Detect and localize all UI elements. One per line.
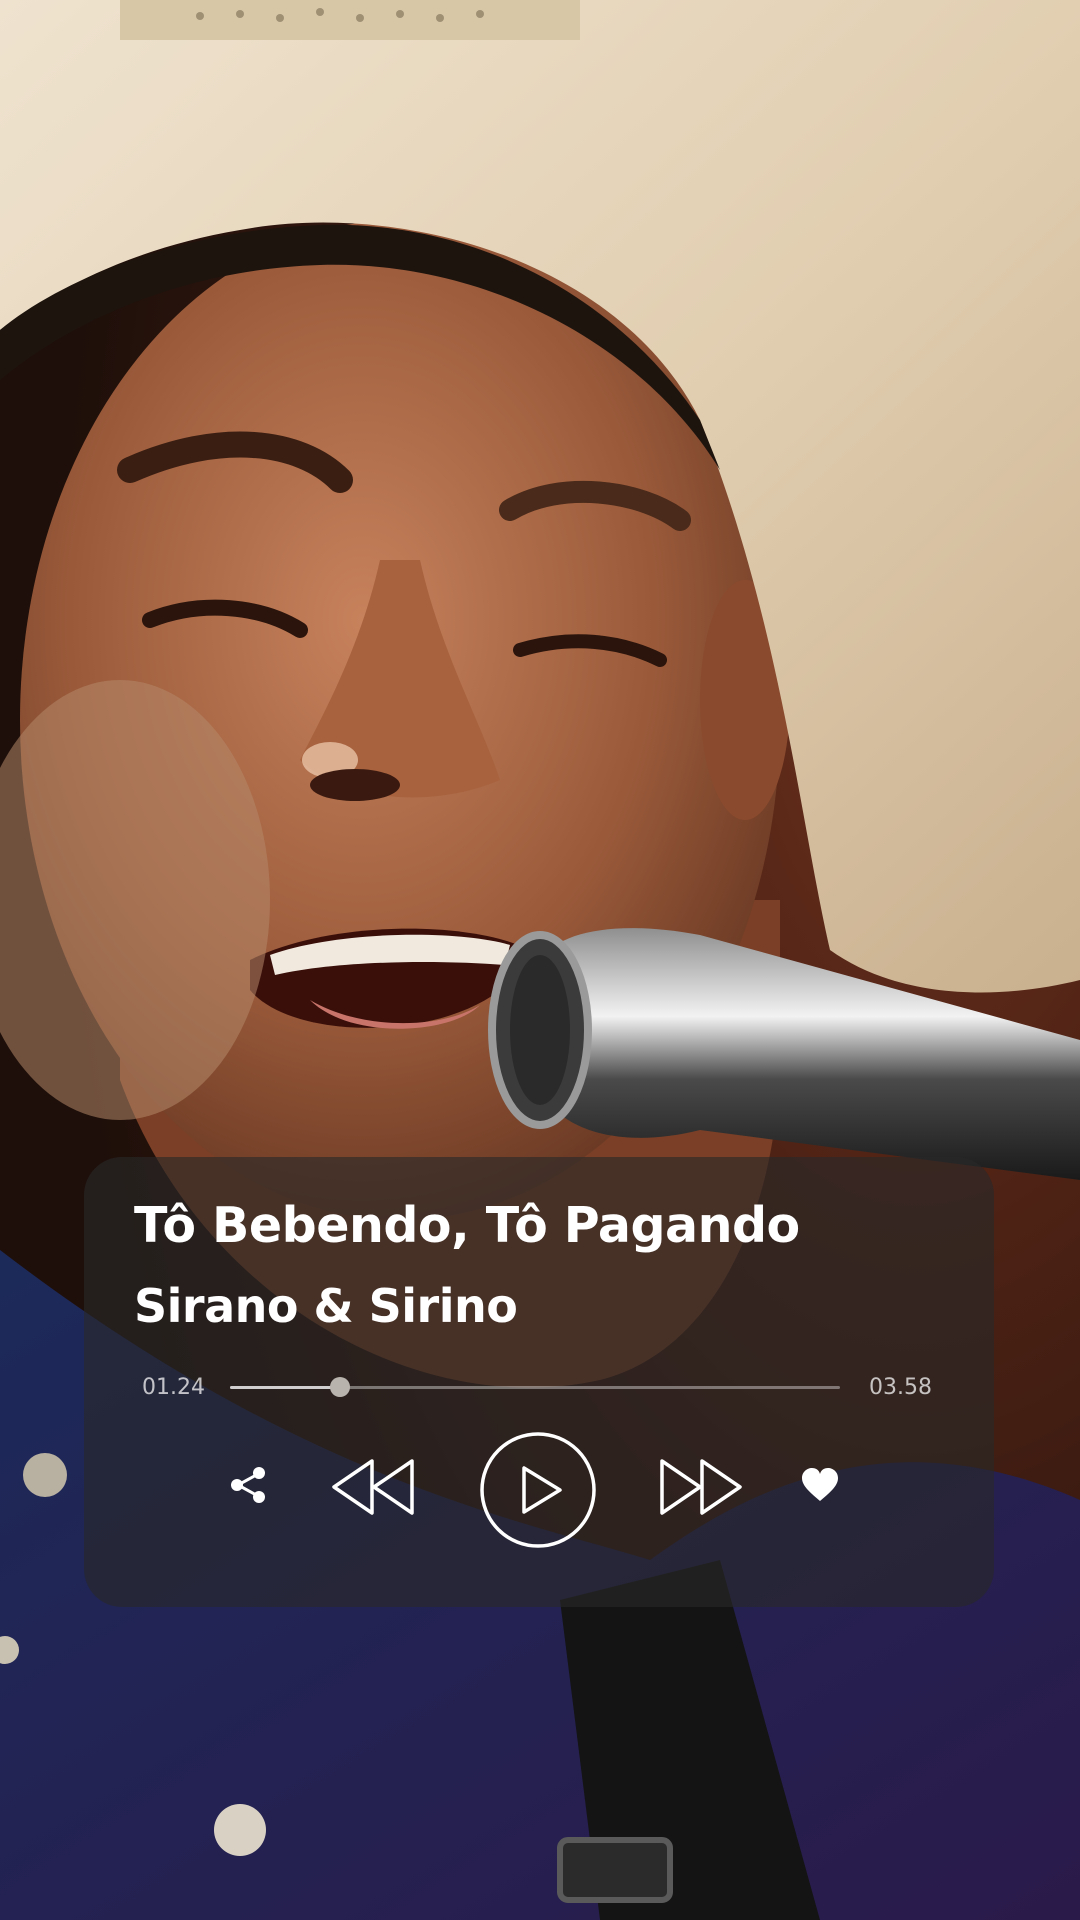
current-time: 01.24: [142, 1375, 205, 1400]
play-icon: [480, 1432, 596, 1548]
rewind-icon: [332, 1459, 414, 1515]
progress-bar[interactable]: [230, 1377, 840, 1397]
screen: Tô Bebendo, Tô Pagando Sirano & Sirino 0…: [0, 0, 1080, 1920]
fast-forward-icon: [660, 1459, 742, 1515]
heart-icon: [802, 1468, 838, 1501]
share-button[interactable]: [226, 1463, 270, 1507]
song-artist: Sirano & Sirino: [134, 1279, 518, 1333]
progress-fill: [230, 1386, 340, 1389]
fast-forward-button[interactable]: [654, 1457, 746, 1517]
rewind-button[interactable]: [328, 1457, 420, 1517]
play-button[interactable]: [478, 1430, 598, 1550]
like-button[interactable]: [800, 1467, 840, 1503]
share-icon: [231, 1467, 265, 1503]
total-time: 03.58: [869, 1375, 932, 1400]
progress-thumb[interactable]: [329, 1377, 350, 1397]
music-player-card: Tô Bebendo, Tô Pagando Sirano & Sirino 0…: [84, 1157, 994, 1607]
playback-controls: [84, 1427, 994, 1567]
song-title: Tô Bebendo, Tô Pagando: [134, 1197, 800, 1254]
video-frame-background: [0, 0, 1080, 1920]
